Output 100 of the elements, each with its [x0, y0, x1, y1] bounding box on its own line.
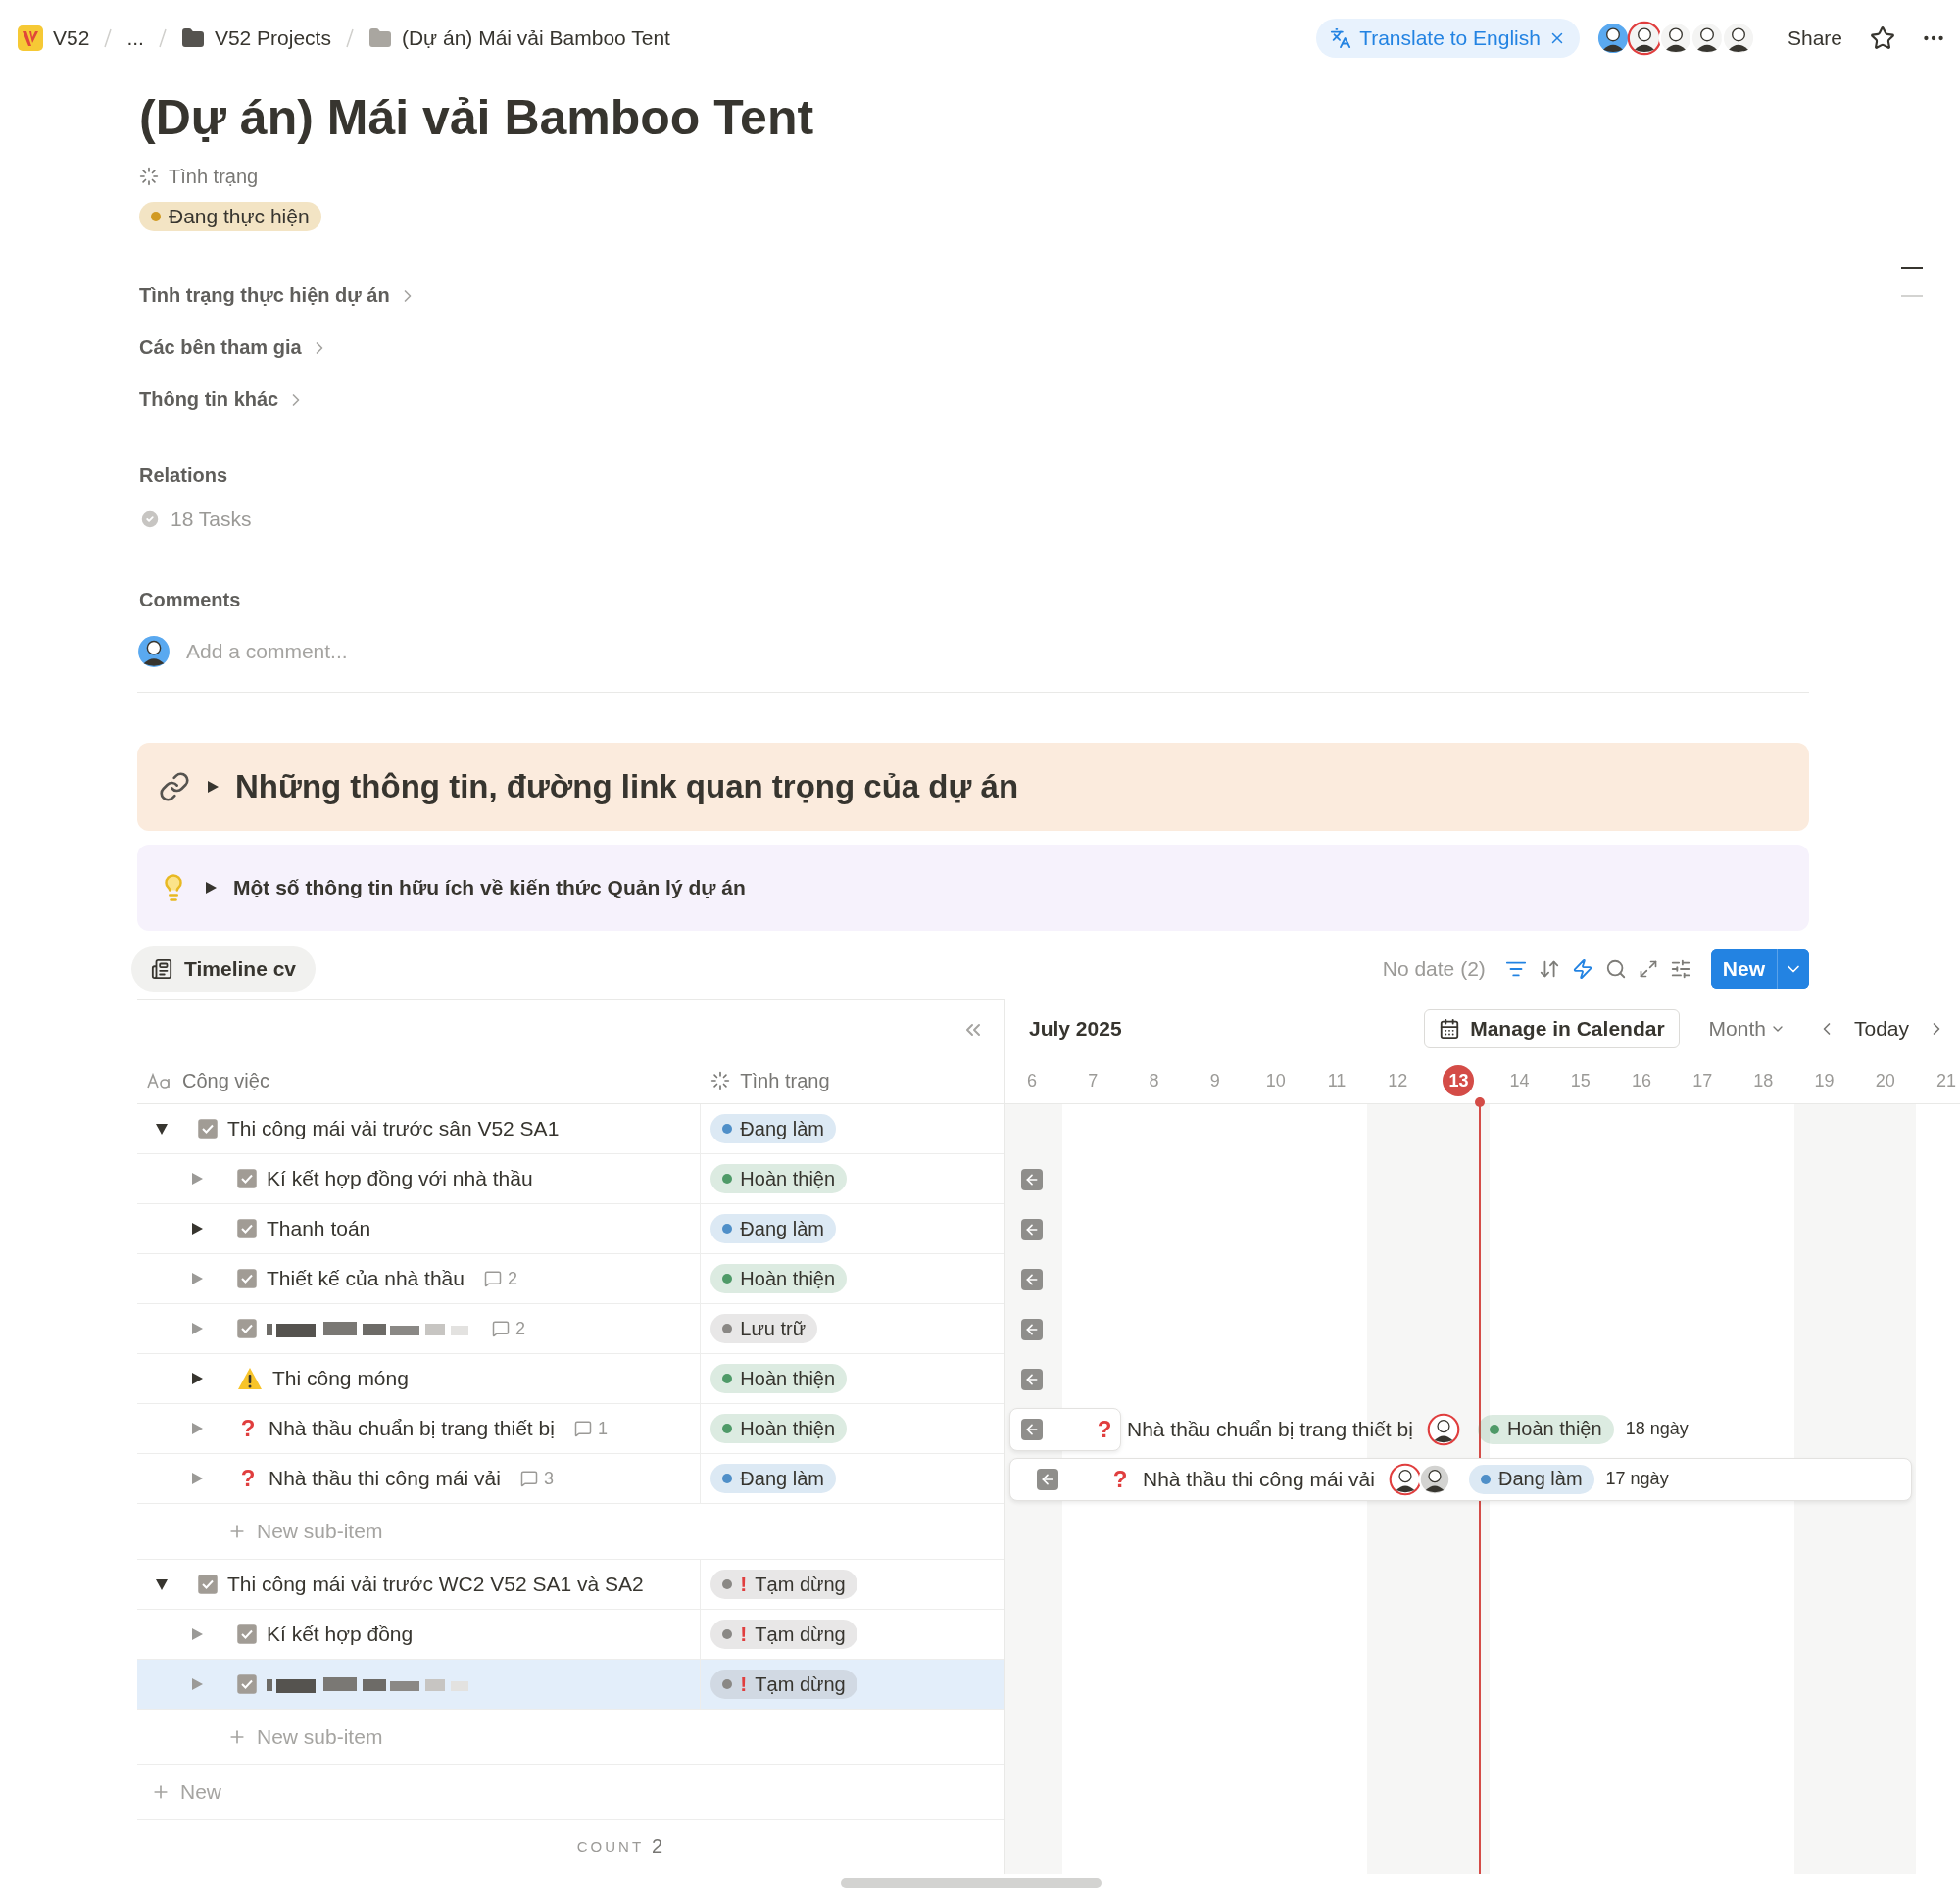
callout[interactable]: Một số thông tin hữu ích về kiến thức Quản lý dự án [137, 845, 1809, 931]
checkbox[interactable] [198, 1575, 218, 1594]
column-label: Công việc [182, 1069, 270, 1092]
toggle-icon[interactable] [190, 1322, 204, 1335]
status-label: Hoàn thiện [740, 1167, 836, 1190]
scroll-to-item-icon[interactable] [1021, 1168, 1043, 1190]
count-value: 2 [652, 1835, 663, 1858]
day-label: 12 [1387, 1069, 1409, 1092]
toggle-icon[interactable] [206, 780, 220, 794]
day-label: 18 [1752, 1069, 1775, 1092]
status-label: Đang làm [1497, 1468, 1583, 1490]
column-header[interactable]: Tình trạng [701, 1058, 1004, 1103]
timeline-bar[interactable]: ? Nhà thầu thi công mái vải Đang làm 17 ngày [1009, 1457, 1912, 1501]
comment-field[interactable]: Add a comment... [184, 639, 772, 664]
question-mark: ? [239, 1465, 257, 1492]
scale-dropdown[interactable]: Month [1702, 1016, 1791, 1042]
scroll-to-item-icon[interactable] [1021, 1218, 1043, 1240]
property-section[interactable]: Thông tin khác [137, 373, 1960, 425]
scrollbar[interactable] [841, 1878, 1102, 1888]
toggle-icon[interactable] [190, 1472, 204, 1485]
property-section[interactable]: Các bên tham gia [137, 321, 1960, 373]
task-title[interactable]: Thanh toán [267, 1217, 371, 1240]
task-title[interactable]: Nhà thầu chuẩn bị trang thiết bị [269, 1417, 555, 1440]
status-label: Hoàn thiện [740, 1267, 836, 1290]
breadcrumb-item[interactable]: ... [121, 23, 150, 54]
breadcrumb-separator [103, 27, 114, 49]
alert-mark: ! [740, 1573, 748, 1596]
scroll-to-item-icon[interactable] [1021, 1318, 1043, 1340]
manage-calendar-button[interactable]: Manage in Calendar [1424, 1009, 1680, 1048]
status-label: Hoàn thiện [1506, 1418, 1602, 1440]
day-label: 19 [1813, 1069, 1836, 1092]
checkbox[interactable] [237, 1169, 257, 1188]
status-icon [710, 1071, 731, 1090]
folder-icon [180, 26, 205, 50]
breadcrumb-item[interactable]: V52 Projects [174, 23, 337, 54]
checkbox[interactable] [237, 1219, 257, 1238]
task-title[interactable]: Nhà thầu thi công mái vải [269, 1467, 501, 1490]
checkbox[interactable] [237, 1674, 257, 1694]
toggle-icon[interactable] [190, 1372, 204, 1385]
toggle-icon[interactable] [190, 1677, 204, 1691]
day-label: 8 [1148, 1069, 1160, 1092]
alert-mark: ! [740, 1672, 748, 1696]
status-tag[interactable]: Đang thực hiện [139, 202, 321, 231]
outline-marks[interactable] [1901, 267, 1923, 297]
task-title[interactable]: Thiết kế của nhà thầu [267, 1267, 465, 1290]
toggle-icon[interactable] [204, 881, 218, 895]
day-label: 11 [1326, 1069, 1348, 1092]
status-label: Đang làm [740, 1117, 824, 1140]
breadcrumb-separator [344, 27, 355, 49]
text-type-icon [147, 1073, 172, 1089]
task-title[interactable]: Thi công mái vải trước sân V52 SA1 [227, 1117, 560, 1140]
day-label: 10 [1264, 1069, 1287, 1092]
toggle-icon[interactable] [190, 1627, 204, 1641]
scroll-to-item-icon[interactable] [1021, 1418, 1043, 1440]
comment-icon [484, 1270, 502, 1287]
checkbox[interactable] [237, 1269, 257, 1288]
task-title[interactable]: Kí kết hợp đồng [267, 1623, 414, 1646]
section-heading: Comments [138, 587, 242, 612]
today-button[interactable]: Today [1847, 1016, 1915, 1042]
toggle-icon[interactable] [155, 1577, 169, 1591]
comment-number: 2 [515, 1318, 525, 1339]
checkbox[interactable] [237, 1624, 257, 1644]
toggle-icon[interactable] [190, 1272, 204, 1285]
toggle-icon[interactable] [190, 1172, 204, 1186]
selected-row[interactable]: ! Tạm dừng [137, 1660, 1004, 1710]
scroll-to-item-icon[interactable] [1037, 1468, 1058, 1490]
breadcrumb-label: V52 Projects [214, 26, 331, 50]
comment-icon [492, 1320, 510, 1337]
count-label: COUNT [576, 1838, 645, 1855]
scroll-to-item-icon[interactable] [1021, 1268, 1043, 1290]
share-button[interactable]: Share [1779, 23, 1850, 54]
section-heading: Relations [138, 462, 229, 488]
scroll-to-item-icon[interactable] [1021, 1368, 1043, 1390]
callout-text: Những thông tin, đường link quan trọng của dự án [235, 768, 1019, 805]
toggle-icon[interactable] [155, 1122, 169, 1136]
day-label: 14 [1508, 1069, 1531, 1092]
checkbox[interactable] [198, 1119, 218, 1139]
column-label: Tình trạng [740, 1069, 830, 1092]
breadcrumb-label: (Dự án) Mái vải Bamboo Tent [401, 26, 670, 50]
bar-title[interactable]: Nhà thầu thi công mái vải [1143, 1467, 1375, 1491]
breadcrumb-item[interactable]: V52 [12, 22, 96, 55]
day-label: 16 [1630, 1069, 1652, 1092]
toggle-icon[interactable] [190, 1422, 204, 1435]
bar-title[interactable]: Nhà thầu chuẩn bị trang thiết bị [1127, 1417, 1413, 1441]
caret-icon[interactable] [1777, 949, 1809, 989]
toggle-icon[interactable] [190, 1222, 204, 1236]
breadcrumb-item[interactable]: (Dự án) Mái vải Bamboo Tent [362, 23, 676, 54]
calendar-icon [1439, 1018, 1461, 1040]
comment-icon [573, 1420, 592, 1437]
task-title[interactable]: Kí kết hợp đồng với nhà thầu [267, 1167, 533, 1190]
callout[interactable]: Những thông tin, đường link quan trọng của dự án [137, 743, 1809, 831]
timeline-icon [151, 958, 172, 980]
checkbox[interactable] [237, 1319, 257, 1338]
column-header[interactable]: Công việc [137, 1058, 702, 1103]
task-title[interactable]: Thi công móng [272, 1367, 409, 1390]
property-section[interactable]: Tình trạng thực hiện dự án [137, 269, 1960, 321]
status-icon [139, 167, 159, 186]
day-label: 20 [1874, 1069, 1896, 1092]
view-tab[interactable]: Timeline cv [131, 946, 316, 992]
task-title[interactable]: Thi công mái vải trước WC2 V52 SA1 và SA2 [227, 1573, 644, 1596]
